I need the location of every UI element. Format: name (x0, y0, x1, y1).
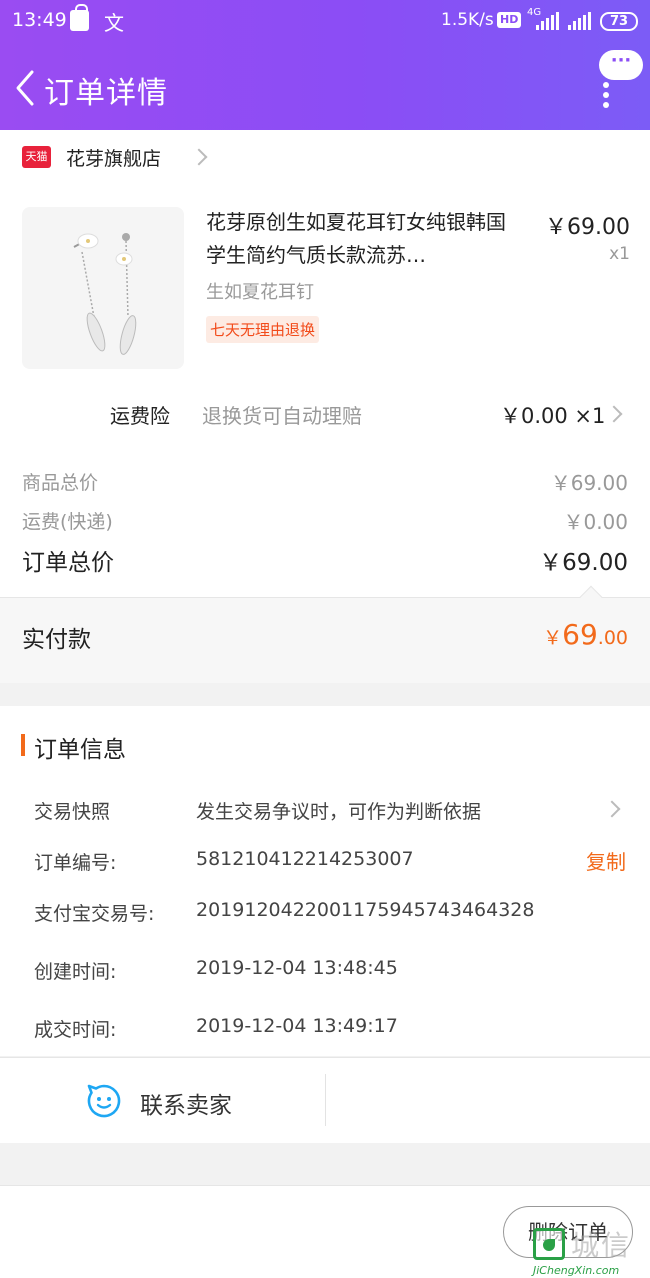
snapshot-value[interactable]: 发生交易争议时，可作为判断依据 (196, 797, 481, 824)
order-total-value: ￥69.00 (539, 550, 628, 576)
more-options-icon[interactable] (603, 82, 611, 110)
contact-seller-button[interactable]: 联系卖家 (140, 1086, 232, 1120)
product-price: ￥69.00 (545, 215, 630, 240)
battery-icon: 73 (600, 12, 638, 31)
shipping-insurance-value[interactable]: ￥0.00 ×1 (500, 400, 605, 430)
product-image[interactable] (22, 207, 184, 369)
snapshot-label[interactable]: 交易快照 (34, 797, 110, 824)
watermark-url: JiChengXin.com (533, 1264, 620, 1277)
shopping-bag-icon (70, 4, 89, 31)
shipping-insurance-desc: 退换货可自动理赔 (202, 404, 362, 428)
nav-header: 订单详情 ··· (0, 44, 650, 130)
tmall-logo-icon: 天猫 (22, 146, 51, 168)
deal-time-value: 2019-12-04 13:49:17 (196, 1015, 398, 1037)
store-name[interactable]: 花芽旗舰店 (66, 144, 161, 171)
top-bar: 13:49 文 1.5K/s HD 4G 73 订单详情 ··· (0, 0, 650, 130)
paid-currency: ￥ (543, 627, 563, 649)
page-title: 订单详情 (44, 76, 168, 111)
goods-total-label: 商品总价 (22, 472, 99, 494)
shipping-insurance-label: 运费险 (110, 404, 170, 428)
watermark-logo-icon (533, 1228, 565, 1260)
back-arrow-icon[interactable] (12, 68, 40, 108)
earring-image (22, 207, 184, 369)
order-info-title: 订单信息 (34, 737, 126, 763)
deal-time-label: 成交时间: (34, 1019, 117, 1041)
chat-smile-icon[interactable] (86, 1083, 122, 1119)
shipping-fee-value: ￥0.00 (563, 510, 628, 534)
product-quantity: x1 (609, 244, 630, 264)
network-speed: 1.5K/s (441, 10, 494, 30)
watermark-text: 城信 (571, 1229, 632, 1262)
paid-amount-value: ￥69.00 (543, 618, 628, 651)
paid-integer: 69 (562, 618, 598, 651)
signal-icon (536, 12, 560, 30)
shipping-fee-label: 运费(快递) (22, 511, 113, 533)
message-bubble-button[interactable]: ··· (599, 50, 643, 80)
section-accent-bar (21, 734, 25, 756)
product-title[interactable]: 花芽原创生如夏花耳钉女纯银韩国学生简约气质长款流苏… (206, 206, 521, 272)
hd-badge: HD (497, 12, 522, 28)
language-icon: 文 (104, 11, 124, 35)
product-sku: 生如夏花耳钉 (206, 282, 314, 303)
created-time-value: 2019-12-04 13:48:45 (196, 957, 398, 979)
order-total-label: 订单总价 (22, 550, 114, 576)
copy-order-number-button[interactable]: 复制 (586, 846, 626, 875)
paid-decimal: .00 (597, 627, 628, 649)
order-number-label: 订单编号: (34, 852, 117, 874)
contact-divider (325, 1074, 326, 1126)
return-policy-badge: 七天无理由退换 (206, 316, 320, 343)
site-watermark: 城信 JiChengXin.com (533, 1224, 648, 1278)
status-bar: 13:49 文 1.5K/s HD 4G 73 (0, 0, 650, 44)
goods-total-value: ￥69.00 (550, 471, 628, 495)
status-time: 13:49 (12, 9, 67, 31)
paid-amount-label: 实付款 (22, 627, 91, 653)
created-time-label: 创建时间: (34, 961, 117, 983)
order-number-value: 581210412214253007 (196, 848, 414, 870)
signal-icon (568, 12, 592, 30)
alipay-trade-label: 支付宝交易号: (34, 903, 155, 925)
alipay-trade-value: 2019120422001175945743464328 (196, 899, 535, 921)
